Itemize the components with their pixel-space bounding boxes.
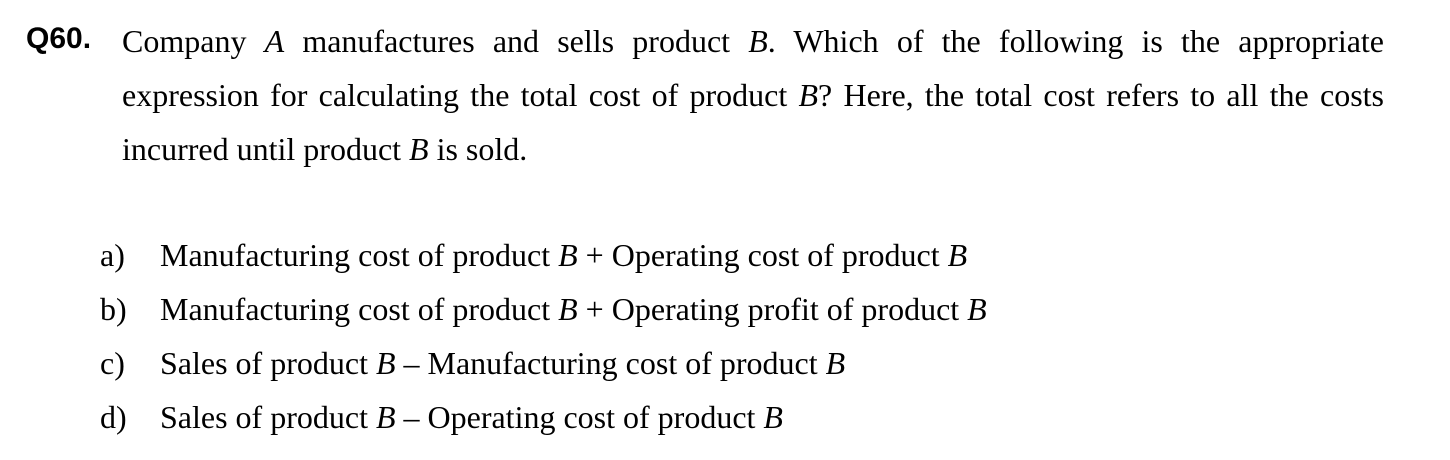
option-italic-var: B — [558, 291, 578, 327]
option-text-part: Sales of product — [160, 399, 376, 435]
option-italic-var: B — [825, 345, 846, 381]
stem-italic-var: B — [748, 23, 768, 59]
question-number: Q60. — [26, 22, 92, 55]
stem-text: Company — [122, 23, 265, 59]
option-text-part: – Manufacturing cost of product — [395, 345, 826, 381]
option-text: Manufacturing cost of product B + Operat… — [160, 228, 967, 282]
option-text: Manufacturing cost of product B + Operat… — [160, 282, 987, 336]
option-d: d) Sales of product B – Operating cost o… — [100, 390, 987, 444]
option-b: b) Manufacturing cost of product B + Ope… — [100, 282, 987, 336]
option-c: c) Sales of product B – Manufacturing co… — [100, 336, 987, 390]
option-text-part: – Operating cost of product — [395, 399, 764, 435]
stem-italic-var: B — [409, 131, 429, 167]
option-italic-var: B — [763, 399, 783, 435]
option-italic-var: B — [558, 237, 578, 273]
option-text-part: Manufacturing cost of product — [160, 237, 559, 273]
option-label: b) — [100, 291, 127, 327]
option-italic-var: B — [375, 345, 396, 381]
option-label: c) — [100, 345, 125, 381]
option-label: a) — [100, 237, 125, 273]
option-text-part: + Operating profit of product — [577, 291, 968, 327]
option-text: Sales of product B – Manufacturing cost … — [160, 336, 845, 390]
option-text-part: Sales of product — [160, 345, 376, 381]
question-stem: Company A manufactures and sells product… — [122, 14, 1384, 176]
stem-italic-var: B — [798, 77, 819, 113]
stem-text: is sold. — [428, 131, 528, 167]
option-label: d) — [100, 399, 127, 435]
option-text-part: Manufacturing cost of product — [160, 291, 559, 327]
option-a: a) Manufacturing cost of product B + Ope… — [100, 228, 987, 282]
option-italic-var: B — [375, 399, 396, 435]
option-italic-var: B — [947, 237, 968, 273]
answer-options: a) Manufacturing cost of product B + Ope… — [100, 228, 987, 444]
option-text: Sales of product B – Operating cost of p… — [160, 390, 783, 444]
option-italic-var: B — [967, 291, 987, 327]
option-text-part: + Operating cost of product — [577, 237, 948, 273]
stem-italic-var: A — [264, 23, 285, 59]
stem-text: manufactures and sells product — [284, 23, 749, 59]
